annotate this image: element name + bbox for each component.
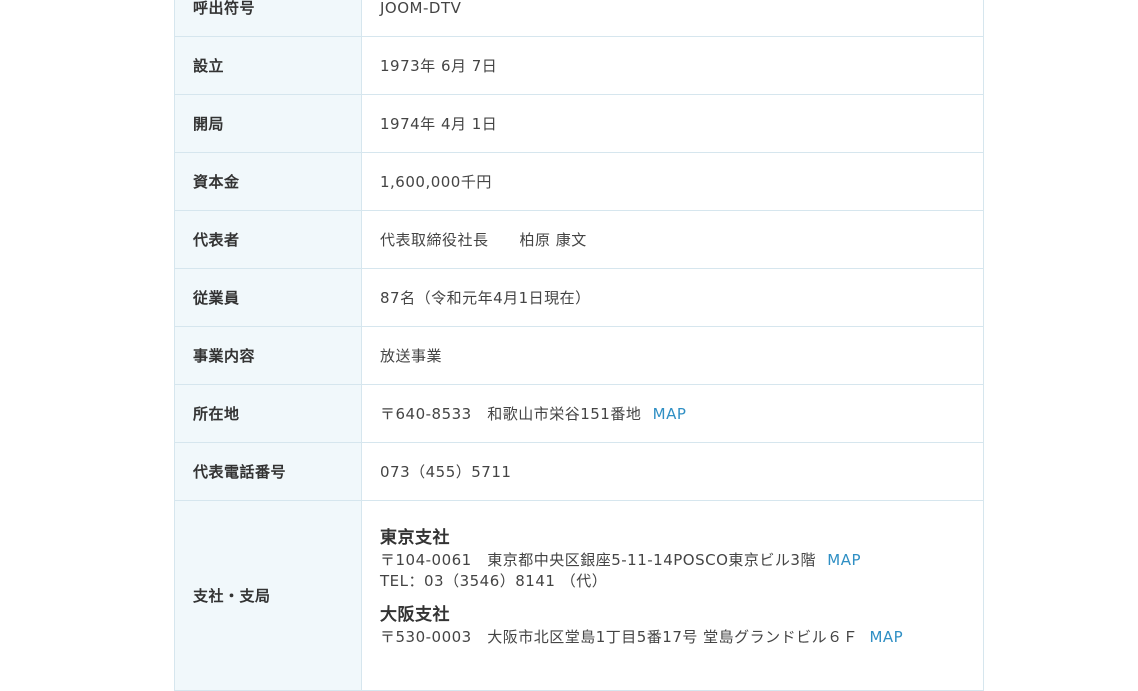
row-capital: 資本金 1,600,000千円 [174, 152, 984, 211]
company-profile-table-wrapper: 呼出符号 JOOM-DTV 設立 1973年 6月 7日 開局 1974年 4月… [174, 0, 984, 691]
tokyo-map-link[interactable]: MAP [827, 551, 861, 569]
row-call-sign: 呼出符号 JOOM-DTV [174, 0, 984, 37]
branch-tokyo: 東京支社 〒104-0061 東京都中央区銀座5-11-14POSCO東京ビル3… [380, 523, 983, 592]
row-established: 設立 1973年 6月 7日 [174, 36, 984, 95]
row-label: 呼出符号 [174, 0, 362, 37]
row-label: 代表電話番号 [174, 442, 362, 501]
branch-osaka: 大阪支社 〒530-0003 大阪市北区堂島1丁目5番17号 堂島グランドビル６… [380, 600, 983, 648]
row-value: 1974年 4月 1日 [361, 94, 984, 153]
row-branches: 支社・支局 東京支社 〒104-0061 東京都中央区銀座5-11-14POSC… [174, 500, 984, 691]
row-business: 事業内容 放送事業 [174, 326, 984, 385]
row-value: 代表取締役社長 柏原 康文 [361, 210, 984, 269]
branch-address-line: 〒104-0061 東京都中央区銀座5-11-14POSCO東京ビル3階 MAP [380, 550, 983, 571]
row-address: 所在地 〒640-8533 和歌山市栄谷151番地 MAP [174, 384, 984, 443]
row-representative: 代表者 代表取締役社長 柏原 康文 [174, 210, 984, 269]
row-value: 〒640-8533 和歌山市栄谷151番地 MAP [361, 384, 984, 443]
row-label: 開局 [174, 94, 362, 153]
row-value: JOOM-DTV [361, 0, 984, 37]
row-opened: 開局 1974年 4月 1日 [174, 94, 984, 153]
branch-name: 大阪支社 [380, 605, 450, 625]
row-label: 資本金 [174, 152, 362, 211]
row-label: 支社・支局 [174, 500, 362, 691]
row-value: 87名（令和元年4月1日現在） [361, 268, 984, 327]
address-map-link[interactable]: MAP [653, 405, 687, 423]
company-profile-table: 呼出符号 JOOM-DTV 設立 1973年 6月 7日 開局 1974年 4月… [174, 0, 984, 691]
branch-address: 〒530-0003 大阪市北区堂島1丁目5番17号 堂島グランドビル６Ｆ [380, 628, 859, 646]
row-label: 事業内容 [174, 326, 362, 385]
row-value: 放送事業 [361, 326, 984, 385]
branches-cell: 東京支社 〒104-0061 東京都中央区銀座5-11-14POSCO東京ビル3… [361, 500, 984, 691]
row-value: 073（455）5711 [361, 442, 984, 501]
row-value: 1973年 6月 7日 [361, 36, 984, 95]
row-phone: 代表電話番号 073（455）5711 [174, 442, 984, 501]
branch-tel: TEL：03（3546）8141 （代） [380, 572, 608, 590]
row-employees: 従業員 87名（令和元年4月1日現在） [174, 268, 984, 327]
branch-name: 東京支社 [380, 528, 450, 548]
branch-address: 〒104-0061 東京都中央区銀座5-11-14POSCO東京ビル3階 [380, 551, 816, 569]
branch-address-line: 〒530-0003 大阪市北区堂島1丁目5番17号 堂島グランドビル６Ｆ MAP [380, 627, 983, 648]
osaka-map-link[interactable]: MAP [869, 628, 903, 646]
row-label: 設立 [174, 36, 362, 95]
row-value: 1,600,000千円 [361, 152, 984, 211]
row-label: 従業員 [174, 268, 362, 327]
row-label: 代表者 [174, 210, 362, 269]
row-label: 所在地 [174, 384, 362, 443]
address-text: 〒640-8533 和歌山市栄谷151番地 [380, 405, 642, 423]
